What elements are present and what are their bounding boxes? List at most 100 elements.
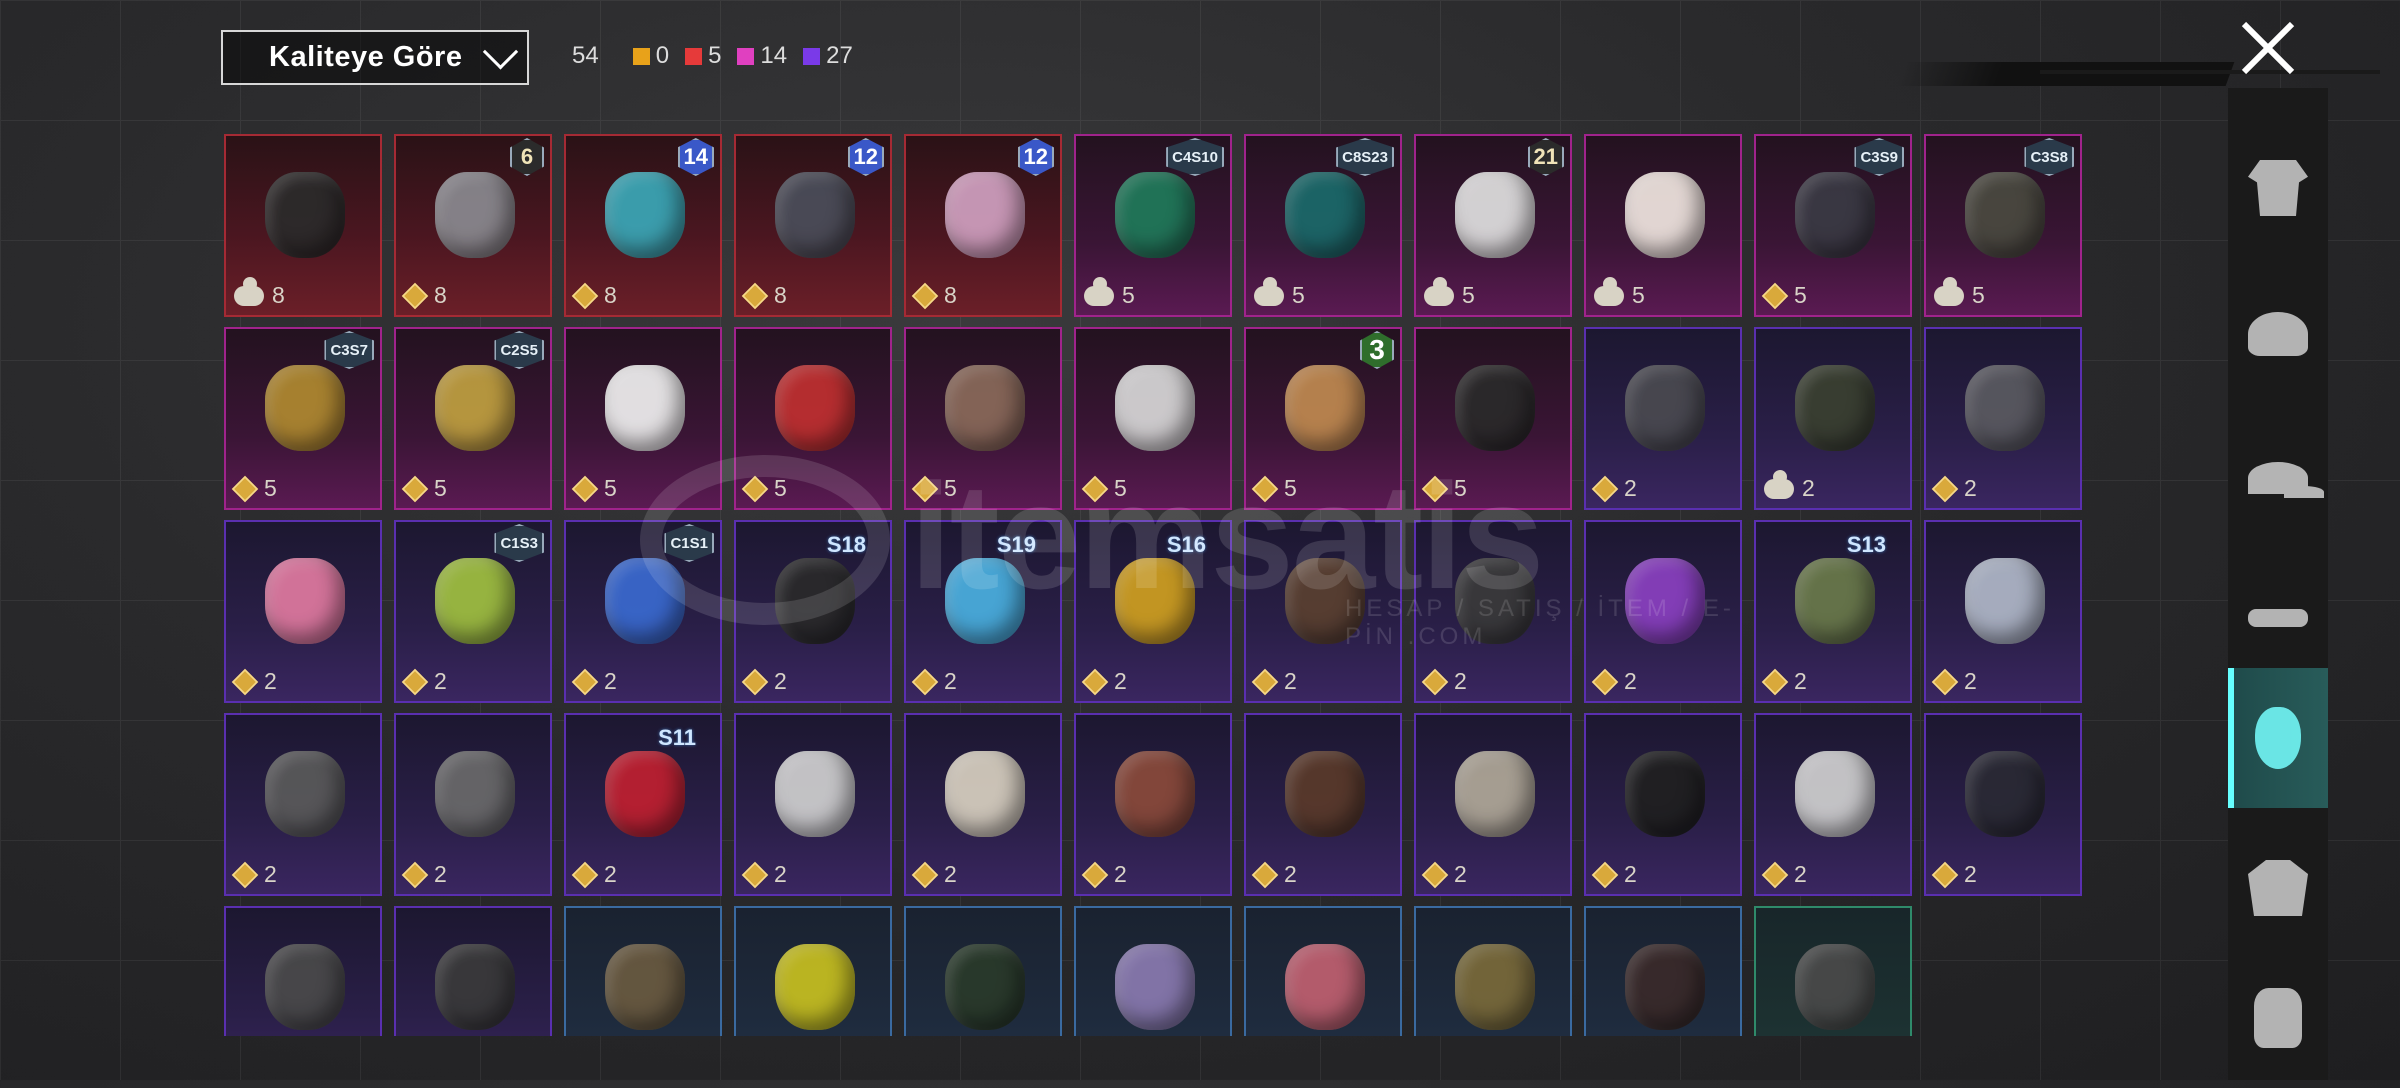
- inventory-item[interactable]: 2: [1414, 520, 1572, 703]
- inventory-item[interactable]: C3S8 5: [1924, 134, 2082, 317]
- season-badge: 6: [510, 138, 544, 176]
- season-badge: C3S7: [324, 331, 374, 369]
- mask-item-icon: [1965, 365, 2045, 451]
- inventory-item[interactable]: 2: [1924, 713, 2082, 896]
- inventory-item[interactable]: S13 2: [1754, 520, 1912, 703]
- inventory-item[interactable]: [1584, 906, 1742, 1036]
- inventory-item[interactable]: C1S1 2: [564, 520, 722, 703]
- mask-item-icon: [1455, 558, 1535, 644]
- gold-currency-icon: [1931, 668, 1959, 695]
- inventory-item[interactable]: S16 2: [1074, 520, 1232, 703]
- inventory-item[interactable]: [394, 906, 552, 1036]
- gold-currency-icon: [401, 475, 429, 502]
- tab-hat[interactable]: [2228, 408, 2328, 548]
- inventory-item[interactable]: [1754, 906, 1912, 1036]
- inventory-item[interactable]: 35: [1244, 327, 1402, 510]
- mask-item-icon: [605, 558, 685, 644]
- item-cost: 2: [401, 668, 447, 695]
- inventory-item[interactable]: 2: [904, 713, 1062, 896]
- inventory-item[interactable]: 2: [1584, 713, 1742, 896]
- inventory-item[interactable]: S18 2: [734, 520, 892, 703]
- item-cost: 2: [571, 668, 617, 695]
- inventory-item[interactable]: C4S10 5: [1074, 134, 1232, 317]
- inventory-item[interactable]: C1S3 2: [394, 520, 552, 703]
- inventory-item[interactable]: 5: [564, 327, 722, 510]
- mask-item-icon: [265, 558, 345, 644]
- tab-jacket[interactable]: [2228, 818, 2328, 958]
- inventory-item[interactable]: C2S5 5: [394, 327, 552, 510]
- gold-currency-icon: [1081, 475, 1109, 502]
- cloud-currency-icon: [1254, 276, 1284, 306]
- sort-dropdown[interactable]: Kaliteye Göre: [221, 30, 529, 85]
- inventory-item[interactable]: S19 2: [904, 520, 1062, 703]
- quality-counts: 54 0 5 14 27: [572, 42, 869, 70]
- tab-glasses[interactable]: [2228, 548, 2328, 688]
- inventory-item[interactable]: 2: [224, 520, 382, 703]
- inventory-item[interactable]: [224, 906, 382, 1036]
- inventory-item[interactable]: [904, 906, 1062, 1036]
- cost-value: 2: [1802, 475, 1815, 501]
- inventory-item[interactable]: 21 5: [1414, 134, 1572, 317]
- inventory-item[interactable]: [1074, 906, 1232, 1036]
- item-cost: 2: [231, 861, 277, 888]
- item-cost: 2: [1761, 861, 1807, 888]
- inventory-item[interactable]: 2: [1754, 327, 1912, 510]
- inventory-item[interactable]: 2: [1244, 713, 1402, 896]
- inventory-item[interactable]: 2: [1754, 713, 1912, 896]
- inventory-item[interactable]: [564, 906, 722, 1036]
- inventory-item[interactable]: 2: [1584, 520, 1742, 703]
- tab-backpack[interactable]: [2228, 948, 2328, 1088]
- gold-currency-icon: [1931, 861, 1959, 888]
- inventory-item[interactable]: 2: [224, 713, 382, 896]
- cost-value: 5: [1632, 282, 1645, 308]
- cloud-currency-icon: [1764, 469, 1794, 499]
- inventory-item[interactable]: 5: [904, 327, 1062, 510]
- item-cost: 5: [1084, 276, 1135, 309]
- inventory-item[interactable]: 2: [1074, 713, 1232, 896]
- mask-item-icon: [945, 365, 1025, 451]
- inventory-item[interactable]: S11 2: [564, 713, 722, 896]
- inventory-item[interactable]: 2: [1924, 327, 2082, 510]
- tier-count-gold: 0: [632, 42, 669, 70]
- inventory-item[interactable]: 5: [1414, 327, 1572, 510]
- tab-mask[interactable]: [2228, 668, 2328, 808]
- inventory-item[interactable]: 2: [1244, 520, 1402, 703]
- inventory-item[interactable]: 5: [1074, 327, 1232, 510]
- cost-value: 8: [604, 282, 617, 308]
- item-cost: 2: [401, 861, 447, 888]
- inventory-item[interactable]: 12 8: [734, 134, 892, 317]
- season-badge: S19: [996, 532, 1036, 557]
- inventory-item[interactable]: C3S9 5: [1754, 134, 1912, 317]
- cost-value: 2: [604, 668, 617, 694]
- item-cost: 5: [1934, 276, 1985, 309]
- inventory-item[interactable]: 2: [394, 713, 552, 896]
- inventory-item[interactable]: 2: [734, 713, 892, 896]
- mask-item-icon: [775, 751, 855, 837]
- tab-outfit[interactable]: [2228, 118, 2328, 258]
- mask-item-icon: [435, 944, 515, 1030]
- gold-currency-icon: [571, 475, 599, 502]
- inventory-item[interactable]: [1414, 906, 1572, 1036]
- gold-currency-icon: [741, 668, 769, 695]
- inventory-item[interactable]: 68: [394, 134, 552, 317]
- cloud-currency-icon: [1934, 276, 1964, 306]
- outfit-icon: [2248, 160, 2308, 216]
- inventory-item[interactable]: 14 8: [564, 134, 722, 317]
- inventory-item[interactable]: 2: [1584, 327, 1742, 510]
- item-cost: 2: [741, 861, 787, 888]
- item-cost: 2: [1081, 668, 1127, 695]
- close-icon[interactable]: [2238, 18, 2298, 78]
- inventory-item[interactable]: 5: [1584, 134, 1742, 317]
- inventory-item[interactable]: 2: [1924, 520, 2082, 703]
- inventory-item[interactable]: C8S23 5: [1244, 134, 1402, 317]
- inventory-item[interactable]: 8: [224, 134, 382, 317]
- inventory-item[interactable]: 12 8: [904, 134, 1062, 317]
- inventory-item[interactable]: 2: [1414, 713, 1572, 896]
- cost-value: 2: [1454, 668, 1467, 694]
- inventory-item[interactable]: C3S7 5: [224, 327, 382, 510]
- cost-value: 2: [1284, 861, 1297, 887]
- inventory-item[interactable]: 5: [734, 327, 892, 510]
- tab-helmet[interactable]: [2228, 264, 2328, 404]
- inventory-item[interactable]: [1244, 906, 1402, 1036]
- inventory-item[interactable]: [734, 906, 892, 1036]
